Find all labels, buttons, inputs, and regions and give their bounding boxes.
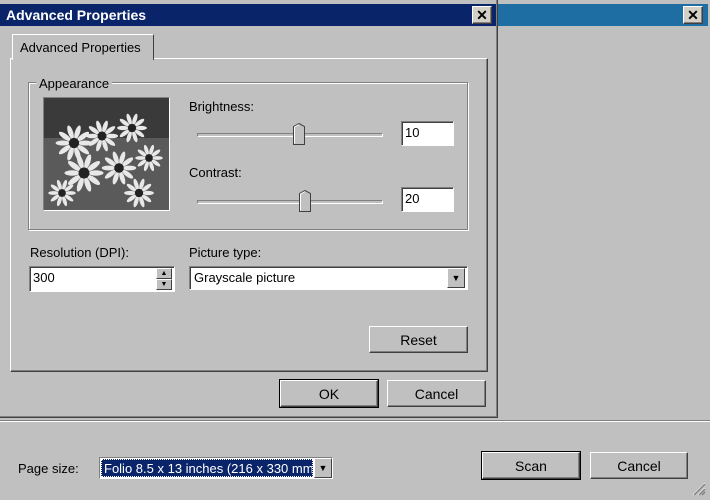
chevron-down-icon: ▼ — [160, 281, 168, 288]
resolution-value: 300 — [33, 270, 55, 285]
contrast-slider-track[interactable] — [197, 200, 383, 204]
dialog-cancel-button[interactable]: Cancel — [387, 380, 486, 407]
chevron-down-icon: ▼ — [318, 463, 328, 473]
brightness-label: Brightness: — [189, 99, 255, 114]
ok-button[interactable]: OK — [279, 379, 379, 408]
brightness-slider-track[interactable] — [197, 133, 383, 137]
page-size-label: Page size: — [18, 461, 79, 476]
separator — [0, 420, 710, 422]
scan-window-close-button[interactable]: ✕ — [683, 6, 703, 24]
chevron-down-icon: ▼ — [451, 273, 461, 283]
brightness-slider-thumb[interactable] — [293, 123, 306, 145]
page-size-selected-value: Folio 8.5 x 13 inches (216 x 330 mm) — [101, 459, 313, 477]
page-size-dropdown-button[interactable]: ▼ — [314, 458, 332, 478]
resolution-spin-down[interactable]: ▼ — [156, 279, 172, 290]
flowers-photo-icon — [44, 98, 169, 210]
tab-advanced-properties[interactable]: Advanced Properties — [12, 34, 154, 60]
scan-button[interactable]: Scan — [481, 451, 581, 480]
resolution-input[interactable]: 300 — [29, 266, 175, 292]
chevron-up-icon: ▲ — [160, 270, 168, 277]
picture-type-select[interactable]: Grayscale picture — [189, 266, 468, 290]
contrast-input[interactable]: 20 — [401, 187, 454, 212]
dialog-title: Advanced Properties — [6, 7, 147, 23]
picture-type-dropdown-button[interactable]: ▼ — [447, 268, 465, 288]
resolution-spin-up[interactable]: ▲ — [156, 268, 172, 279]
dialog-titlebar[interactable]: Advanced Properties — [0, 4, 496, 26]
close-icon: ✕ — [687, 7, 699, 23]
page-size-select[interactable]: Folio 8.5 x 13 inches (216 x 330 mm) ▼ — [99, 457, 333, 479]
reset-button[interactable]: Reset — [369, 326, 468, 353]
brightness-input[interactable]: 10 — [401, 121, 454, 146]
resolution-label: Resolution (DPI): — [30, 245, 129, 260]
appearance-group-label: Appearance — [36, 76, 113, 91]
cancel-button[interactable]: Cancel — [590, 452, 688, 479]
resize-grip-icon[interactable] — [690, 480, 706, 496]
picture-type-label: Picture type: — [189, 245, 262, 260]
contrast-slider-thumb[interactable] — [298, 190, 311, 212]
dialog-close-button[interactable]: ✕ — [472, 6, 492, 24]
close-icon: ✕ — [476, 7, 488, 23]
picture-type-value: Grayscale picture — [194, 270, 296, 285]
contrast-label: Contrast: — [189, 165, 242, 180]
preview-image — [43, 97, 170, 211]
